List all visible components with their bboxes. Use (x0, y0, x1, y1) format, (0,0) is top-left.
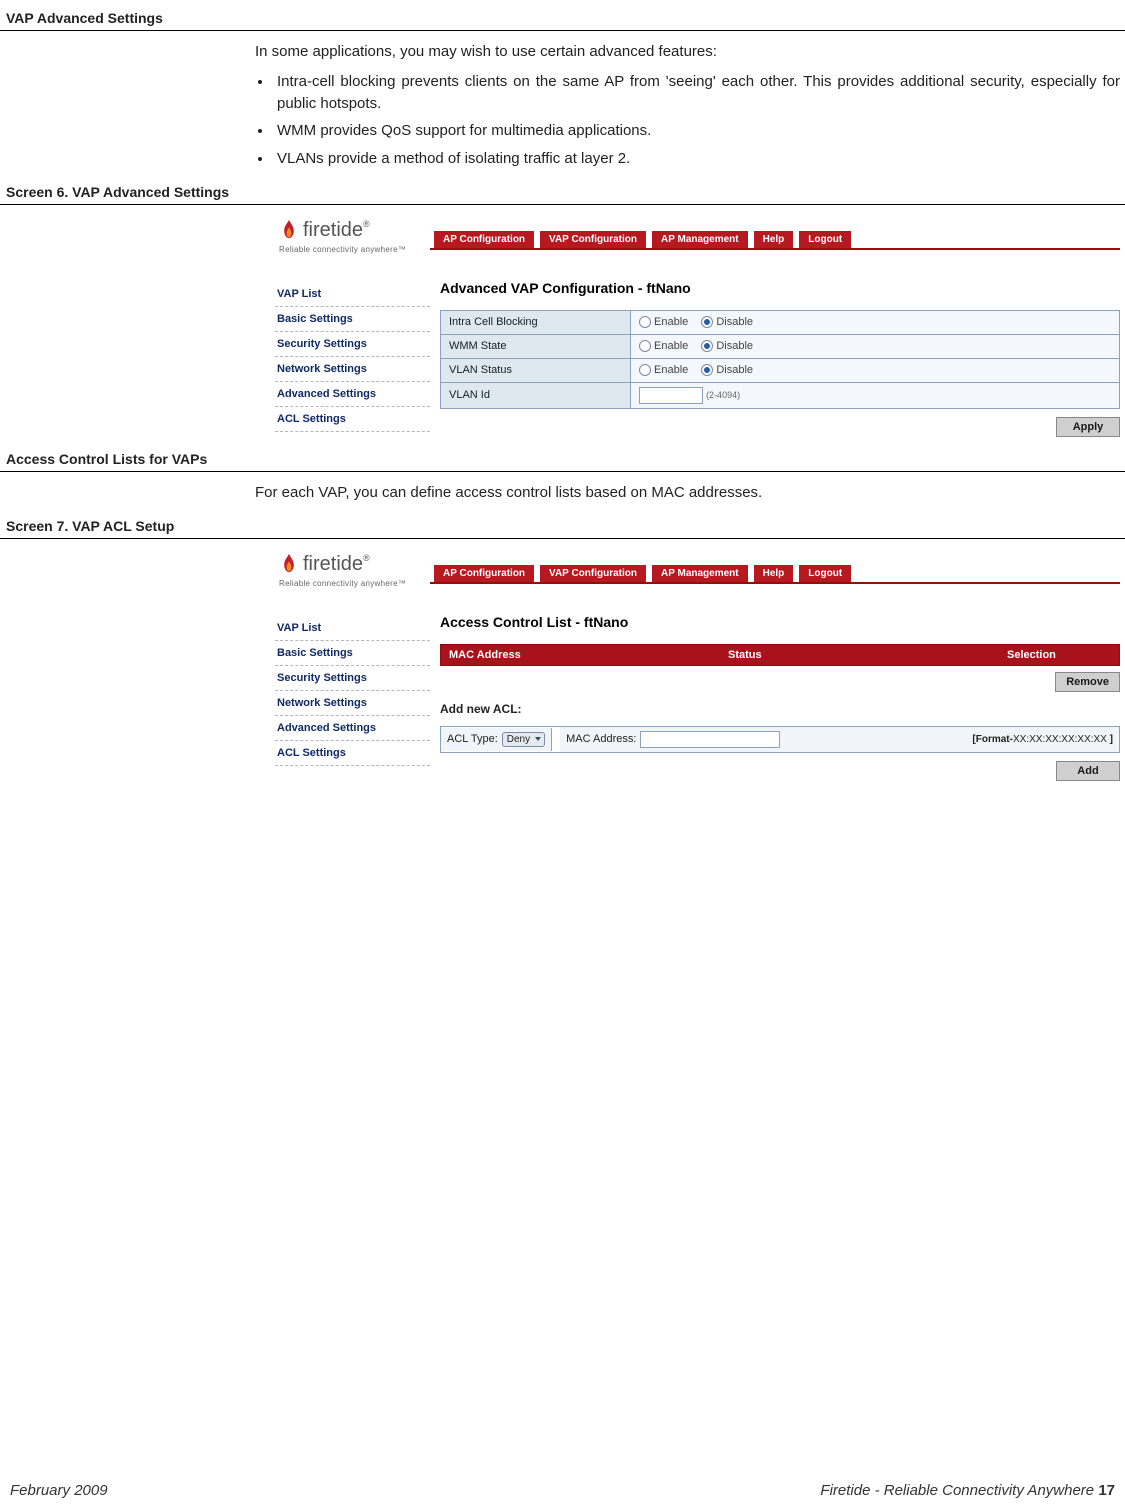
vlan-status-enable[interactable]: Enable (639, 364, 688, 376)
remove-button[interactable]: Remove (1055, 672, 1120, 692)
intra-cell-disable[interactable]: Disable (701, 316, 753, 328)
col-mac-address: MAC Address (441, 645, 720, 665)
sidebar-item-network[interactable]: Network Settings (275, 691, 430, 716)
mac-address-input[interactable] (640, 731, 780, 748)
add-new-acl-heading: Add new ACL: (440, 702, 1120, 716)
radio-icon (639, 316, 651, 328)
panel-title-acl: Access Control List - ftNano (440, 614, 1120, 630)
page-number: 17 (1098, 1482, 1115, 1499)
tab-ap-configuration[interactable]: AP Configuration (434, 231, 534, 248)
acl-intro: For each VAP, you can define access cont… (255, 482, 1120, 504)
mac-address-label: MAC Address: (566, 733, 636, 745)
radio-icon (701, 316, 713, 328)
logo-tagline: Reliable connectivity anywhere™ (279, 245, 430, 254)
sidebar-item-network[interactable]: Network Settings (275, 357, 430, 382)
wmm-disable[interactable]: Disable (701, 340, 753, 352)
firetide-logo: firetide® Reliable connectivity anywhere… (275, 213, 430, 262)
sidebar-item-security[interactable]: Security Settings (275, 666, 430, 691)
vlan-id-input[interactable] (639, 387, 703, 404)
advanced-intro: In some applications, you may wish to us… (255, 41, 1120, 63)
top-tabbar: AP Configuration VAP Configuration AP Ma… (430, 547, 1120, 584)
sidebar-item-acl[interactable]: ACL Settings (275, 407, 430, 432)
intra-cell-enable[interactable]: Enable (639, 316, 688, 328)
logo-text: firetide (303, 219, 363, 241)
row-vlan-status-label: VLAN Status (441, 358, 631, 382)
tab-vap-configuration[interactable]: VAP Configuration (540, 565, 646, 582)
advanced-bullets: Intra-cell blocking prevents clients on … (255, 71, 1120, 170)
sidebar-item-acl[interactable]: ACL Settings (275, 741, 430, 766)
tab-vap-configuration[interactable]: VAP Configuration (540, 231, 646, 248)
footer-date: February 2009 (10, 1482, 108, 1499)
logo-text: firetide (303, 553, 363, 575)
screen7-caption: Screen 7. VAP ACL Setup (0, 514, 1125, 539)
screenshot-6: firetide® Reliable connectivity anywhere… (275, 213, 1120, 437)
vlan-status-disable[interactable]: Disable (701, 364, 753, 376)
acl-type-select[interactable]: Deny (502, 732, 545, 747)
logo-reg: ® (363, 219, 370, 229)
row-wmm-label: WMM State (441, 334, 631, 358)
radio-icon (701, 340, 713, 352)
mac-format-hint: [Format-XX:XX:XX:XX:XX:XX ] (972, 734, 1113, 745)
radio-icon (701, 364, 713, 376)
bullet-vlan: VLANs provide a method of isolating traf… (273, 148, 1120, 170)
logo-tagline: Reliable connectivity anywhere™ (279, 579, 430, 588)
section-heading-advanced: VAP Advanced Settings (0, 6, 1125, 31)
screen6-caption: Screen 6. VAP Advanced Settings (0, 180, 1125, 205)
firetide-logo: firetide® Reliable connectivity anywhere… (275, 547, 430, 596)
radio-icon (639, 340, 651, 352)
col-status: Status (720, 645, 999, 665)
bullet-wmm: WMM provides QoS support for multimedia … (273, 120, 1120, 142)
tab-ap-management[interactable]: AP Management (652, 231, 748, 248)
row-intra-cell-label: Intra Cell Blocking (441, 310, 631, 334)
col-selection: Selection (999, 645, 1119, 665)
page-footer: February 2009 Firetide - Reliable Connec… (10, 1482, 1115, 1499)
logo-reg: ® (363, 553, 370, 563)
acl-type-label: ACL Type: (447, 733, 498, 745)
tab-logout[interactable]: Logout (799, 231, 851, 248)
tab-ap-management[interactable]: AP Management (652, 565, 748, 582)
sidebar-item-security[interactable]: Security Settings (275, 332, 430, 357)
acl-table-header: MAC Address Status Selection (440, 644, 1120, 666)
sidebar-item-basic[interactable]: Basic Settings (275, 641, 430, 666)
sidebar-item-vap-list[interactable]: VAP List (275, 282, 430, 307)
add-acl-row: ACL Type: Deny MAC Address: [Format-XX:X… (440, 726, 1120, 753)
advanced-settings-table: Intra Cell Blocking Enable Disable WMM S… (440, 310, 1120, 409)
wmm-enable[interactable]: Enable (639, 340, 688, 352)
section-heading-acl: Access Control Lists for VAPs (0, 447, 1125, 472)
bullet-intra-cell: Intra-cell blocking prevents clients on … (273, 71, 1120, 115)
tab-ap-configuration[interactable]: AP Configuration (434, 565, 534, 582)
row-vlan-id-label: VLAN Id (441, 382, 631, 408)
flame-icon (279, 553, 299, 577)
panel-title-advanced: Advanced VAP Configuration - ftNano (440, 280, 1120, 296)
sidebar-item-advanced[interactable]: Advanced Settings (275, 716, 430, 741)
screenshot-7: firetide® Reliable connectivity anywhere… (275, 547, 1120, 781)
sidebar-item-basic[interactable]: Basic Settings (275, 307, 430, 332)
apply-button[interactable]: Apply (1056, 417, 1120, 437)
side-nav: VAP List Basic Settings Security Setting… (275, 596, 430, 766)
add-button[interactable]: Add (1056, 761, 1120, 781)
tab-help[interactable]: Help (754, 565, 794, 582)
top-tabbar: AP Configuration VAP Configuration AP Ma… (430, 213, 1120, 250)
tab-help[interactable]: Help (754, 231, 794, 248)
flame-icon (279, 219, 299, 243)
sidebar-item-vap-list[interactable]: VAP List (275, 616, 430, 641)
sidebar-item-advanced[interactable]: Advanced Settings (275, 382, 430, 407)
side-nav: VAP List Basic Settings Security Setting… (275, 262, 430, 432)
tab-logout[interactable]: Logout (799, 565, 851, 582)
footer-text: Firetide - Reliable Connectivity Anywher… (820, 1482, 1098, 1499)
vlan-id-hint: (2-4094) (706, 390, 740, 400)
radio-icon (639, 364, 651, 376)
